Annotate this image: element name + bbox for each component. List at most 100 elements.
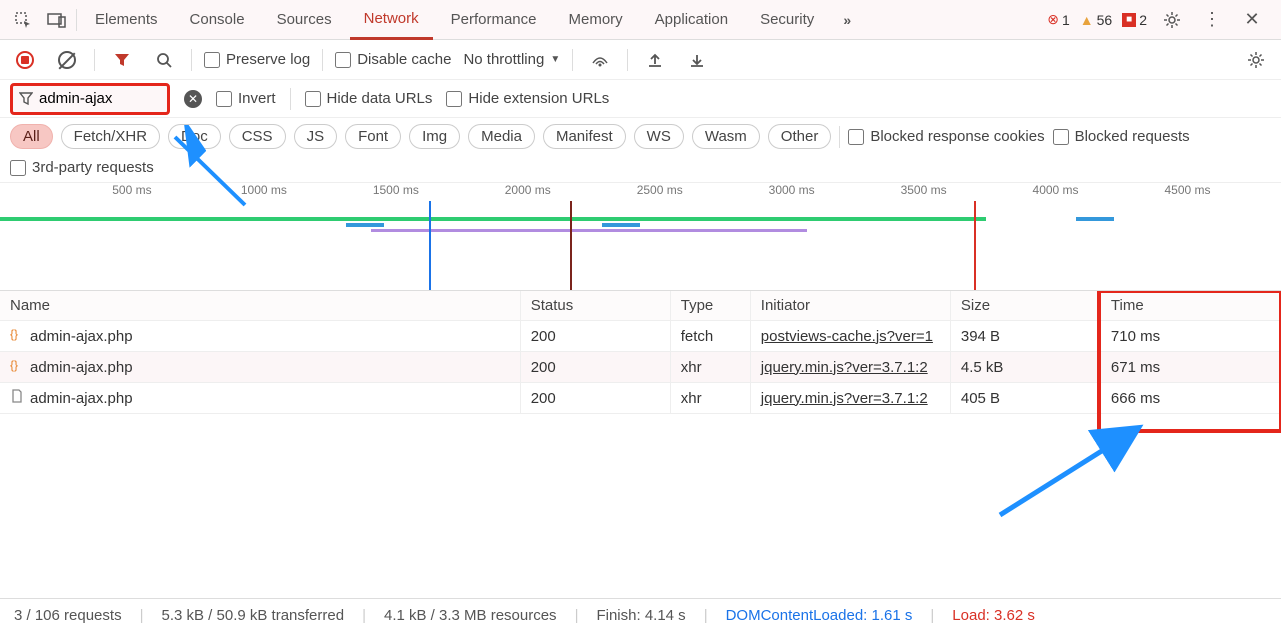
warning-count[interactable]: ▲ 56 (1080, 12, 1112, 28)
divider (191, 49, 192, 71)
dcl-time: DOMContentLoaded: 1.61 s (726, 607, 913, 624)
tab-sources[interactable]: Sources (263, 0, 346, 40)
cell-initiator[interactable]: jquery.min.js?ver=3.7.1:2 (750, 352, 950, 383)
status-area: ⊗ 1 ▲ 56 ■ 2 ⋮ ✕ (1047, 5, 1273, 35)
col-status[interactable]: Status (520, 291, 670, 321)
more-tabs-icon[interactable]: » (832, 5, 862, 35)
type-img[interactable]: Img (409, 124, 460, 149)
requests-table: Name Status Type Initiator Size Time {}a… (0, 291, 1281, 414)
hide-ext-urls-checkbox[interactable]: Hide extension URLs (446, 90, 609, 107)
type-ws[interactable]: WS (634, 124, 684, 149)
tab-memory[interactable]: Memory (555, 0, 637, 40)
warning-count-value: 56 (1097, 12, 1113, 28)
settings-gear-icon[interactable] (1241, 45, 1271, 75)
tab-network[interactable]: Network (350, 0, 433, 40)
third-party-input[interactable] (10, 160, 26, 176)
requests-table-wrap: Name Status Type Initiator Size Time {}a… (0, 291, 1281, 591)
hide-data-urls-input[interactable] (305, 91, 321, 107)
timeline-overview[interactable]: 500 ms1000 ms1500 ms2000 ms2500 ms3000 m… (0, 183, 1281, 291)
third-party-checkbox[interactable]: 3rd-party requests (10, 159, 1271, 176)
type-media[interactable]: Media (468, 124, 535, 149)
type-manifest[interactable]: Manifest (543, 124, 626, 149)
disable-cache-checkbox[interactable]: Disable cache (335, 51, 451, 68)
preserve-log-input[interactable] (204, 52, 220, 68)
hide-ext-urls-input[interactable] (446, 91, 462, 107)
type-wasm[interactable]: Wasm (692, 124, 760, 149)
table-row[interactable]: {}admin-ajax.php200fetchpostviews-cache.… (0, 321, 1281, 352)
clear-button[interactable] (52, 45, 82, 75)
blocked-cookies-label: Blocked response cookies (870, 128, 1044, 145)
clear-filter-button[interactable]: ✕ (184, 90, 202, 108)
search-icon[interactable] (149, 45, 179, 75)
network-conditions-icon[interactable] (585, 45, 615, 75)
svg-text:{}: {} (10, 358, 18, 372)
divider (627, 49, 628, 71)
chevron-down-icon: ▼ (550, 54, 560, 65)
disable-cache-input[interactable] (335, 52, 351, 68)
timeline-tick: 1000 ms (241, 183, 287, 197)
close-icon[interactable]: ✕ (1237, 5, 1267, 35)
cell-name: admin-ajax.php (0, 383, 520, 414)
blocked-requests-checkbox[interactable]: Blocked requests (1053, 128, 1190, 145)
table-row[interactable]: admin-ajax.php200xhrjquery.min.js?ver=3.… (0, 383, 1281, 414)
error-count[interactable]: ⊗ 1 (1047, 11, 1070, 28)
col-name[interactable]: Name (0, 291, 520, 321)
table-header-row: Name Status Type Initiator Size Time (0, 291, 1281, 321)
cell-time: 671 ms (1100, 352, 1280, 383)
upload-har-icon[interactable] (640, 45, 670, 75)
inspect-icon[interactable] (8, 5, 38, 35)
transferred-size: 5.3 kB / 50.9 kB transferred (161, 607, 344, 624)
col-size[interactable]: Size (950, 291, 1100, 321)
disable-cache-label: Disable cache (357, 51, 451, 68)
filter-input[interactable] (39, 90, 149, 107)
timeline-tick: 1500 ms (373, 183, 419, 197)
cell-type: xhr (670, 383, 750, 414)
col-type[interactable]: Type (670, 291, 750, 321)
table-row[interactable]: {}admin-ajax.php200xhrjquery.min.js?ver=… (0, 352, 1281, 383)
blocked-cookies-input[interactable] (848, 129, 864, 145)
record-button[interactable] (10, 45, 40, 75)
timeline-bar (769, 217, 987, 221)
divider (839, 126, 840, 148)
invert-input[interactable] (216, 91, 232, 107)
type-fetch-xhr[interactable]: Fetch/XHR (61, 124, 160, 149)
tab-security[interactable]: Security (746, 0, 828, 40)
cell-initiator[interactable]: postviews-cache.js?ver=1 (750, 321, 950, 352)
cell-initiator[interactable]: jquery.min.js?ver=3.7.1:2 (750, 383, 950, 414)
error-count-value: 1 (1062, 12, 1070, 28)
download-har-icon[interactable] (682, 45, 712, 75)
type-doc[interactable]: Doc (168, 124, 221, 149)
blocked-cookies-checkbox[interactable]: Blocked response cookies (848, 128, 1044, 145)
col-initiator[interactable]: Initiator (750, 291, 950, 321)
tab-console[interactable]: Console (176, 0, 259, 40)
cell-status: 200 (520, 352, 670, 383)
device-toolbar-icon[interactable] (42, 5, 72, 35)
type-js[interactable]: JS (294, 124, 338, 149)
hide-ext-urls-label: Hide extension URLs (468, 90, 609, 107)
preserve-log-checkbox[interactable]: Preserve log (204, 51, 310, 68)
dcl-marker (429, 201, 431, 290)
tab-application[interactable]: Application (641, 0, 742, 40)
hide-data-urls-checkbox[interactable]: Hide data URLs (305, 90, 433, 107)
type-other[interactable]: Other (768, 124, 832, 149)
invert-checkbox[interactable]: Invert (216, 90, 276, 107)
type-all[interactable]: All (10, 124, 53, 149)
issue-count[interactable]: ■ 2 (1122, 12, 1147, 28)
divider (572, 49, 573, 71)
throttling-select[interactable]: No throttling ▼ (463, 51, 560, 68)
filter-input-box[interactable] (10, 83, 170, 115)
type-font[interactable]: Font (345, 124, 401, 149)
blocked-requests-input[interactable] (1053, 129, 1069, 145)
cell-size: 394 B (950, 321, 1100, 352)
tab-elements[interactable]: Elements (81, 0, 172, 40)
type-css[interactable]: CSS (229, 124, 286, 149)
timeline-bar (1076, 217, 1114, 221)
divider: | (362, 607, 366, 624)
status-bar: 3 / 106 requests | 5.3 kB / 50.9 kB tran… (0, 598, 1281, 632)
col-time[interactable]: Time (1100, 291, 1280, 321)
settings-icon[interactable] (1157, 5, 1187, 35)
kebab-menu-icon[interactable]: ⋮ (1197, 5, 1227, 35)
timeline-bar (371, 229, 807, 232)
tab-performance[interactable]: Performance (437, 0, 551, 40)
filter-icon[interactable] (107, 45, 137, 75)
